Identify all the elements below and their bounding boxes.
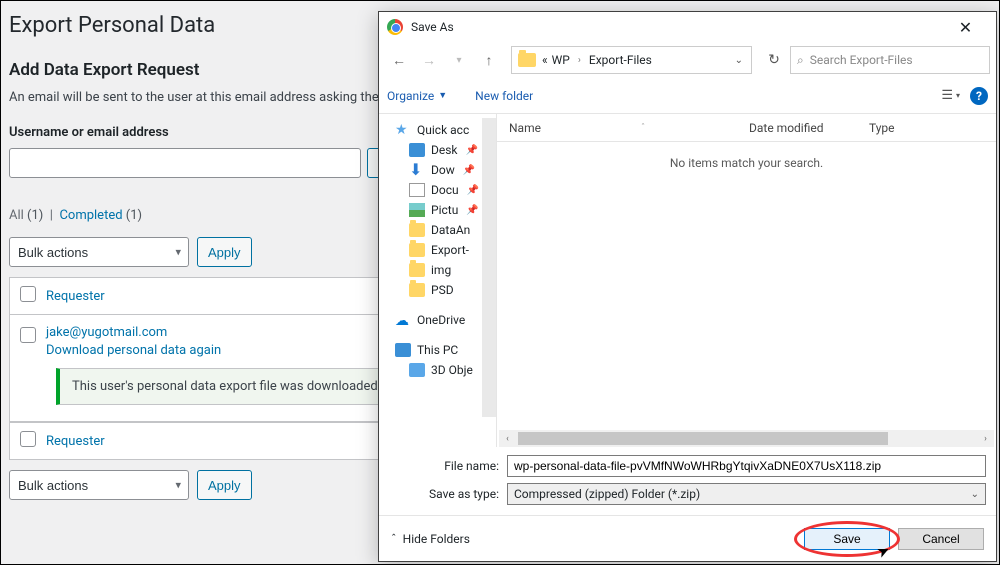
filter-all-count: (1) xyxy=(27,208,43,223)
tree-item[interactable]: Export- xyxy=(379,240,496,260)
tree-item[interactable]: ⬇Dow📌 xyxy=(379,160,496,180)
bulk-actions-bottom[interactable]: Bulk actions xyxy=(9,470,189,500)
chrome-icon xyxy=(387,19,403,35)
tree-item[interactable]: ★Quick acc xyxy=(379,120,496,140)
apply-bottom-button[interactable]: Apply xyxy=(197,470,252,500)
chevron-up-icon: ˆ xyxy=(391,532,397,546)
tree-item[interactable]: 3D Obje xyxy=(379,360,496,380)
organize-menu[interactable]: Organize▼ xyxy=(387,89,447,103)
close-button[interactable]: ✕ xyxy=(943,12,988,42)
folder-icon xyxy=(518,53,536,67)
search-icon: ⌕ xyxy=(797,53,804,68)
save-as-dialog: Save As ✕ ← → ▾ ↑ « WP › Export-Files ⌄ … xyxy=(378,11,997,562)
nav-forward-button[interactable]: → xyxy=(415,46,443,74)
horizontal-scrollbar[interactable]: ‹› xyxy=(497,430,996,447)
folder-tree[interactable]: ★Quick accDesk📌⬇Dow📌Docu📌Pictu📌DataAnExp… xyxy=(379,114,497,447)
nav-back-button[interactable]: ← xyxy=(385,46,413,74)
file-name-label: File name: xyxy=(389,459,507,473)
select-all-top[interactable] xyxy=(20,286,36,302)
tree-item[interactable]: Docu📌 xyxy=(379,180,496,200)
save-button[interactable]: Save xyxy=(804,528,890,550)
filter-completed-count: (1) xyxy=(126,208,142,223)
bulk-actions-top[interactable]: Bulk actions xyxy=(9,237,189,267)
column-date[interactable]: Date modified xyxy=(737,121,857,135)
column-requester-bottom[interactable]: Requester xyxy=(46,434,105,449)
dialog-title: Save As xyxy=(411,20,454,34)
column-requester[interactable]: Requester xyxy=(46,289,105,304)
filter-completed[interactable]: Completed xyxy=(59,208,122,223)
tree-item[interactable]: ☁OneDrive xyxy=(379,310,496,330)
tree-item[interactable]: This PC xyxy=(379,340,496,360)
download-again-link[interactable]: Download personal data again xyxy=(46,343,221,358)
requester-email[interactable]: jake@yugotmail.com xyxy=(46,325,221,340)
tree-item[interactable]: Desk📌 xyxy=(379,140,496,160)
breadcrumb-part[interactable]: WP xyxy=(550,53,572,67)
row-checkbox[interactable] xyxy=(20,327,36,343)
tree-item[interactable]: img xyxy=(379,260,496,280)
empty-message: No items match your search. xyxy=(497,142,996,430)
chevron-down-icon[interactable]: ⌄ xyxy=(735,55,743,66)
refresh-button[interactable]: ↻ xyxy=(760,46,788,74)
tree-item[interactable]: PSD xyxy=(379,280,496,300)
help-icon[interactable]: ? xyxy=(970,87,988,105)
breadcrumb-part[interactable]: Export-Files xyxy=(587,53,654,67)
tree-item[interactable]: DataAn xyxy=(379,220,496,240)
breadcrumb[interactable]: « WP › Export-Files ⌄ xyxy=(511,46,752,74)
view-options-button[interactable]: ☰▾ xyxy=(941,88,960,103)
nav-up-button[interactable]: ↑ xyxy=(475,46,503,74)
new-folder-button[interactable]: New folder xyxy=(475,89,533,103)
sort-icon: ˆ xyxy=(641,123,645,133)
nav-recent-button[interactable]: ▾ xyxy=(445,46,473,74)
column-type[interactable]: Type xyxy=(857,121,907,135)
username-email-input[interactable] xyxy=(9,148,361,178)
save-as-type-select[interactable]: Compressed (zipped) Folder (*.zip)⌄ xyxy=(507,483,986,505)
apply-top-button[interactable]: Apply xyxy=(197,237,252,267)
hide-folders-toggle[interactable]: ˆHide Folders xyxy=(391,532,470,546)
select-all-bottom[interactable] xyxy=(20,431,36,447)
search-input[interactable]: ⌕ Search Export-Files xyxy=(790,46,990,74)
file-name-input[interactable] xyxy=(507,455,986,477)
tree-item[interactable]: Pictu📌 xyxy=(379,200,496,220)
save-as-type-label: Save as type: xyxy=(389,487,507,501)
column-name[interactable]: Nameˆ xyxy=(497,121,737,135)
filter-all[interactable]: All xyxy=(9,208,24,223)
cancel-button[interactable]: Cancel xyxy=(898,528,984,550)
column-headers: Nameˆ Date modified Type xyxy=(497,114,996,142)
